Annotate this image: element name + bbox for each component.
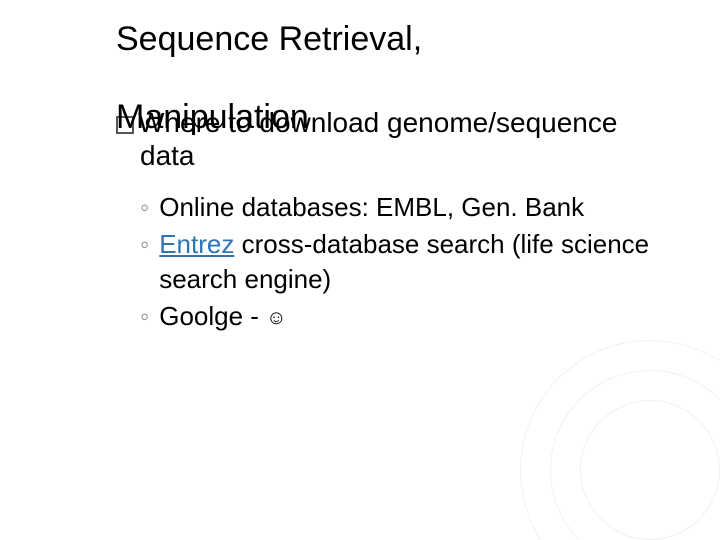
decorative-rings [520,340,720,540]
list-item-prefix: Goolge - [159,301,266,331]
title-line2: Manipulation [116,98,309,137]
circle-bullet-icon: ◦ [140,190,149,225]
list-item: ◦ Online databases: EMBL, Gen. Bank [140,190,700,225]
list-item-text: Goolge - ☺ [159,299,286,334]
ring-icon [520,340,720,540]
title-line1: Sequence Retrieval, [116,20,422,59]
ring-icon [580,400,720,540]
list-item: ◦ Goolge - ☺ [140,299,700,334]
smiley-icon: ☺ [266,305,286,332]
slide: Sequence Retrieval, Where to download ge… [0,0,720,540]
circle-bullet-icon: ◦ [140,299,149,334]
bullet-text-line2: data [140,140,195,172]
entrez-link[interactable]: Entrez [159,229,234,259]
ring-icon [550,370,720,540]
list-item: ◦ Entrez cross-database search (life sci… [140,227,700,297]
list-item-text: Online databases: EMBL, Gen. Bank [159,190,584,225]
circle-bullet-icon: ◦ [140,227,149,262]
sublist: ◦ Online databases: EMBL, Gen. Bank ◦ En… [140,190,700,336]
list-item-text: Entrez cross-database search (life scien… [159,227,700,297]
